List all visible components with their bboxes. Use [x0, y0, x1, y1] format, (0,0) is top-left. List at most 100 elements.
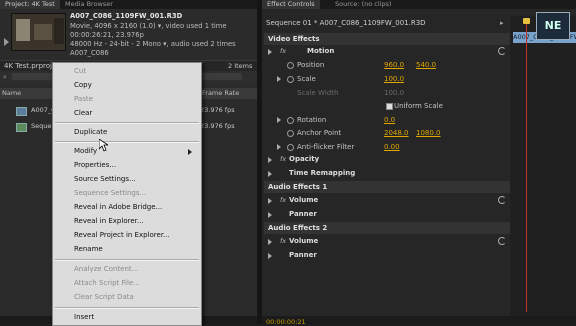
mouse-cursor-icon	[99, 139, 108, 152]
menu-item-analyze-content: Analyze Content...	[74, 265, 139, 273]
tab-effect-controls[interactable]: Effect Controls	[262, 0, 320, 9]
time-remapping-label: Time Remapping	[289, 169, 356, 177]
column-name[interactable]: Name	[2, 88, 21, 99]
menu-item-reveal-explorer[interactable]: Reveal in Explorer...	[74, 217, 144, 225]
expand-rotation-icon[interactable]	[277, 117, 281, 123]
playhead[interactable]	[526, 20, 527, 312]
menu-item-rename[interactable]: Rename	[74, 245, 103, 253]
item-frame-rate: 23.976 fps	[200, 122, 235, 130]
fx-toggle-icon[interactable]: fx	[280, 237, 286, 245]
sequence-label: Sequence 01 * A007_C086_1109FW_001.R3D ▸	[262, 18, 510, 29]
anchor-y-value[interactable]: 1080.0	[416, 129, 441, 137]
menu-separator	[55, 259, 199, 261]
menu-item-reveal-bridge[interactable]: Reveal in Adobe Bridge...	[74, 203, 162, 211]
clip-thumbnail	[11, 13, 66, 51]
anchor-x-value[interactable]: 2048.0	[384, 129, 409, 137]
expand-motion-icon[interactable]	[268, 49, 272, 55]
rotation-value[interactable]: 0.0	[384, 116, 395, 124]
expand-antiflicker-icon[interactable]	[277, 144, 281, 150]
menu-item-insert[interactable]: Insert	[74, 313, 94, 321]
scale-width-value: 100.0	[384, 89, 405, 97]
playhead-handle[interactable]	[523, 18, 530, 24]
sequence-icon	[16, 123, 27, 132]
menu-item-clear-script: Clear Script Data	[74, 293, 134, 301]
position-label: Position	[297, 61, 325, 69]
video-effects-label: Video Effects	[268, 35, 320, 43]
menu-item-copy[interactable]: Copy	[74, 81, 92, 89]
effect-controls-tab-bar: Effect Controls Source: (no clips)	[262, 0, 576, 9]
submenu-arrow-icon	[188, 149, 192, 155]
expand-volume-icon[interactable]	[268, 198, 272, 204]
stopwatch-icon[interactable]	[287, 130, 294, 137]
clip-info-line: 48000 Hz - 24-bit - 2 Mono ▾, audio used…	[70, 40, 236, 48]
expand-arrow-icon[interactable]: ▸	[500, 18, 504, 29]
anti-flicker-value[interactable]: 0.00	[384, 143, 400, 151]
reset-icon[interactable]	[498, 47, 506, 55]
timecode[interactable]: 00:00:00:21	[266, 318, 306, 326]
stopwatch-icon[interactable]	[287, 62, 294, 69]
item-count: 2 Items	[228, 62, 253, 70]
rotation-label: Rotation	[297, 116, 327, 124]
fx-toggle-icon[interactable]: fx	[280, 155, 286, 163]
tab-media-browser[interactable]: Media Browser	[60, 0, 118, 9]
fx-toggle-icon[interactable]: fx	[280, 47, 286, 55]
menu-item-clear[interactable]: Clear	[74, 109, 92, 117]
tab-source[interactable]: Source: (no clips)	[330, 0, 397, 9]
scale-value[interactable]: 100.0	[384, 75, 404, 83]
menu-item-paste: Paste	[74, 95, 93, 103]
expand-panner-icon[interactable]	[268, 253, 272, 259]
anti-flicker-label: Anti-flicker Filter	[297, 143, 355, 151]
menu-item-cut: Cut	[74, 67, 87, 75]
clip-info-line: 00:00:26:21, 23.976p	[70, 31, 144, 39]
stopwatch-icon[interactable]	[287, 144, 294, 151]
project-name: 4K Test.prproj	[4, 62, 52, 70]
expand-opacity-icon[interactable]	[268, 157, 272, 163]
audio-effects-1-label: Audio Effects 1	[268, 183, 328, 191]
expand-scale-icon[interactable]	[277, 76, 281, 82]
menu-item-modify[interactable]: Modify	[74, 147, 97, 155]
fx-toggle-icon[interactable]: fx	[280, 196, 286, 204]
reset-icon[interactable]	[498, 237, 506, 245]
expand-panner-icon[interactable]	[268, 212, 272, 218]
menu-item-source-settings[interactable]: Source Settings...	[74, 175, 136, 183]
scale-width-label: Scale Width	[297, 89, 339, 97]
play-icon[interactable]	[4, 38, 9, 46]
audio-effects-2-label: Audio Effects 2	[268, 224, 328, 232]
uniform-scale-label: Uniform Scale	[394, 102, 443, 110]
watermark-logo: NE	[536, 12, 570, 40]
scale-label: Scale	[297, 75, 316, 83]
context-menu: Cut Copy Paste Clear Duplicate Modify Pr…	[52, 62, 202, 326]
expand-volume-icon[interactable]	[268, 239, 272, 245]
reset-icon[interactable]	[498, 196, 506, 204]
tab-project[interactable]: Project: 4K Test	[0, 0, 60, 9]
search-icon[interactable]: ⌕	[3, 73, 7, 82]
position-x-value[interactable]: 960.0	[384, 61, 404, 69]
panner-label: Panner	[289, 251, 317, 259]
expand-time-remap-icon[interactable]	[268, 171, 272, 177]
menu-item-attach-script: Attach Script File...	[74, 279, 140, 287]
position-y-value[interactable]: 540.0	[416, 61, 436, 69]
project-tab-bar: Project: 4K Test Media Browser	[0, 0, 257, 9]
stopwatch-icon[interactable]	[287, 76, 294, 83]
uniform-scale-checkbox[interactable]	[386, 103, 393, 110]
menu-item-properties[interactable]: Properties...	[74, 161, 116, 169]
mini-timeline[interactable]	[510, 16, 576, 324]
menu-item-reveal-project[interactable]: Reveal Project in Explorer...	[74, 231, 170, 239]
opacity-label: Opacity	[289, 155, 320, 163]
motion-label: Motion	[307, 47, 335, 55]
clip-info-line: A007_C086	[70, 49, 109, 57]
audio-effects-2-header: Audio Effects 2	[264, 222, 510, 234]
column-frame-rate[interactable]: Frame Rate	[202, 88, 239, 99]
volume-label: Volume	[289, 196, 319, 204]
thumbnail-image	[12, 14, 65, 50]
clip-name: A007_C086_1109FW_001.R3D	[70, 12, 183, 20]
audio-effects-1-header: Audio Effects 1	[264, 181, 510, 193]
menu-item-duplicate[interactable]: Duplicate	[74, 128, 107, 136]
stopwatch-icon[interactable]	[287, 117, 294, 124]
menu-separator	[55, 141, 199, 143]
panner-label: Panner	[289, 210, 317, 218]
sequence-label-text: Sequence 01 * A007_C086_1109FW_001.R3D	[266, 19, 426, 27]
menu-separator	[55, 307, 199, 309]
menu-separator	[55, 122, 199, 124]
clip-info-line: Movie, 4096 x 2160 (1.0) ▾, video used 1…	[70, 22, 227, 30]
